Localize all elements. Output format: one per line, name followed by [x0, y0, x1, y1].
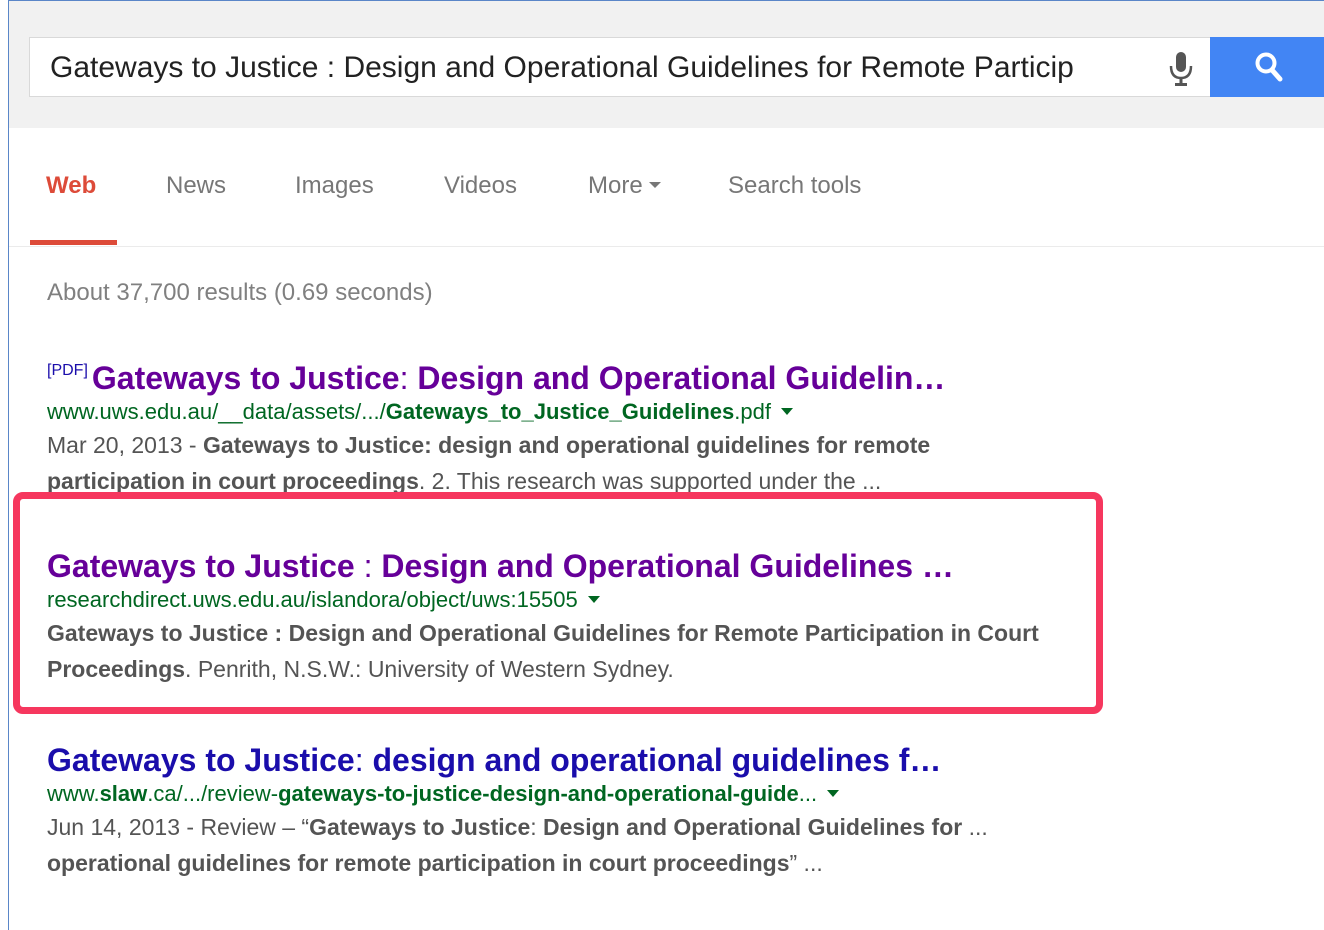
- result-title-part: Gateways to Justice: [91, 360, 400, 396]
- active-tab-indicator: [30, 240, 117, 245]
- url-dropdown-icon[interactable]: [827, 790, 840, 798]
- search-query-text[interactable]: Gateways to Justice : Design and Operati…: [50, 51, 1135, 85]
- tab-web[interactable]: Web: [46, 172, 96, 200]
- result-title-part: Gateways to Justice: [47, 742, 355, 778]
- search-result: Gateways to Justice: design and operatio…: [47, 741, 1067, 881]
- search-input[interactable]: Gateways to Justice : Design and Operati…: [29, 37, 1210, 97]
- result-title-link[interactable]: [PDF] Gateways to Justice: Design and Ope…: [47, 352, 1067, 397]
- highlight-box: [13, 492, 1103, 714]
- url-part: ...: [798, 781, 818, 806]
- snippet-bold: operational guidelines for remote partic…: [47, 850, 790, 876]
- url-part: www.: [47, 781, 100, 806]
- microphone-icon[interactable]: [1166, 50, 1196, 88]
- result-url[interactable]: www.uws.edu.au/__data/assets/.../Gateway…: [47, 397, 1067, 427]
- snippet-text: ” ...: [789, 850, 823, 876]
- result-title-part: design and operational guidelines f…: [372, 742, 942, 778]
- tab-more-label: More: [588, 172, 643, 199]
- snippet-bold: Design and Operational Guidelines for: [543, 814, 963, 840]
- result-title-sep: :: [399, 360, 418, 396]
- url-dropdown-icon[interactable]: [780, 408, 793, 416]
- snippet-text: . 2. This research was supported under t…: [418, 468, 882, 494]
- result-url[interactable]: www.slaw.ca/.../review-gateways-to-justi…: [47, 779, 1067, 809]
- snippet-text: ...: [962, 814, 988, 840]
- search-tabs: Web News Images Videos More Search tools: [9, 128, 1324, 247]
- result-date: Mar 20, 2013 -: [47, 432, 203, 458]
- result-title-sep: :: [354, 742, 373, 778]
- tab-images[interactable]: Images: [295, 172, 374, 200]
- result-title-part: Design and Operational Guidelin…: [417, 360, 946, 396]
- tab-search-tools[interactable]: Search tools: [728, 172, 861, 200]
- url-part: .ca/.../review-: [147, 781, 279, 806]
- url-part: Gateways_to_Justice_Guidelines: [385, 399, 735, 424]
- chevron-down-icon: [648, 182, 661, 189]
- pdf-badge: [PDF]: [47, 362, 88, 379]
- snippet-text: :: [530, 814, 544, 840]
- result-snippet: Mar 20, 2013 - Gateways to Justice: desi…: [47, 427, 1067, 499]
- search-button[interactable]: [1210, 37, 1324, 97]
- url-part: slaw: [99, 781, 148, 806]
- result-date: Jun 14, 2013 - Review – “: [47, 814, 310, 840]
- tab-videos[interactable]: Videos: [444, 172, 517, 200]
- tab-more[interactable]: More: [588, 172, 661, 200]
- tab-news[interactable]: News: [166, 172, 226, 200]
- url-part: gateways-to-justice-design-and-operation…: [278, 781, 799, 806]
- result-title-link[interactable]: Gateways to Justice: design and operatio…: [47, 741, 1067, 779]
- result-snippet: Jun 14, 2013 - Review – “Gateways to Jus…: [47, 809, 1067, 881]
- result-stats: About 37,700 results (0.69 seconds): [47, 279, 433, 306]
- search-result: [PDF] Gateways to Justice: Design and Ope…: [47, 352, 1067, 499]
- url-part: .pdf: [734, 399, 771, 424]
- search-icon: [1255, 52, 1283, 82]
- url-part: www.uws.edu.au/__data/assets/.../: [47, 399, 386, 424]
- snippet-bold: Gateways to Justice: [309, 814, 531, 840]
